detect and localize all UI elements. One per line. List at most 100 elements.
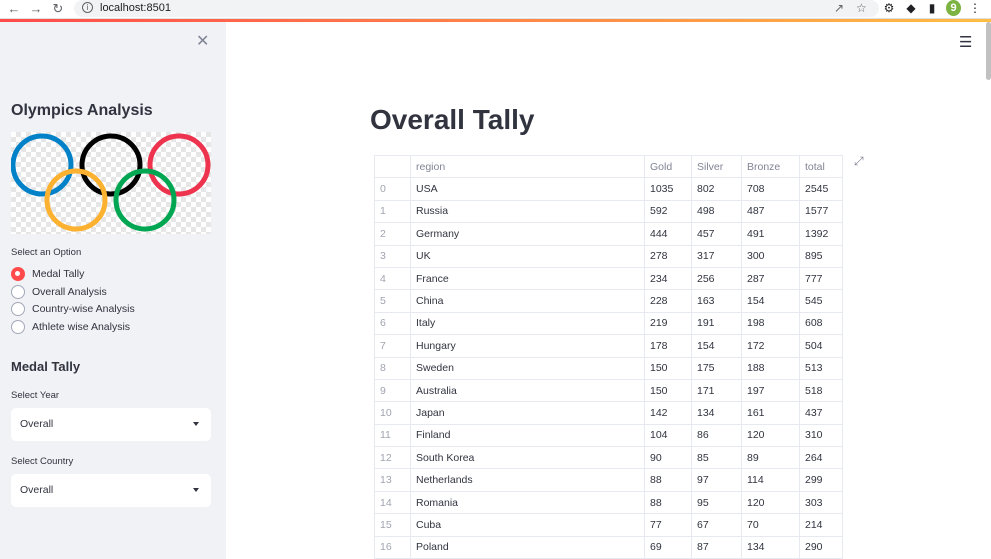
row-index: 2	[374, 222, 411, 246]
table-cell: 154	[741, 289, 800, 313]
caret-down-icon	[193, 422, 199, 426]
address-bar[interactable]: i localhost:8501 ↗ ☆	[74, 0, 879, 17]
side-panel-icon[interactable]: ▮	[925, 1, 939, 15]
table-cell: 161	[741, 401, 800, 425]
profile-badge[interactable]: 9	[946, 0, 961, 16]
table-row: 14 Romania 88 95 120 303	[374, 490, 843, 515]
table-cell: China	[410, 289, 645, 313]
table-cell: 264	[799, 446, 843, 470]
table-row: 16 Poland 69 87 134 290	[374, 535, 843, 559]
column-header[interactable]: Bronze	[741, 154, 800, 179]
column-header[interactable]	[374, 154, 411, 179]
row-index: 0	[374, 177, 411, 201]
table-cell: 150	[644, 378, 692, 403]
radio-icon[interactable]	[11, 302, 25, 316]
table-cell: 437	[799, 401, 843, 425]
close-icon[interactable]: ✕	[196, 31, 209, 50]
table-cell: Sweden	[410, 356, 645, 380]
row-index: 14	[374, 490, 411, 515]
table-cell: 234	[644, 266, 692, 291]
radio-selected-icon[interactable]	[11, 267, 25, 281]
column-header[interactable]: Silver	[691, 154, 742, 179]
bookmark-star-icon[interactable]: ☆	[856, 1, 867, 15]
table-row: 9 Australia 150 171 197 518	[374, 378, 843, 403]
radio-athlete-wise-analysis[interactable]: Athlete wise Analysis	[11, 319, 130, 335]
table-cell: Japan	[410, 401, 645, 425]
radio-overall-analysis[interactable]: Overall Analysis	[11, 284, 107, 300]
table-cell: 154	[691, 334, 742, 358]
table-cell: 777	[799, 266, 843, 291]
table-row: 5 China 228 163 154 545	[374, 289, 843, 313]
row-index: 16	[374, 535, 411, 559]
table-cell: 175	[691, 356, 742, 380]
row-index: 5	[374, 289, 411, 313]
table-cell: 95	[691, 490, 742, 515]
share-icon[interactable]: ↗	[834, 1, 844, 15]
table-cell: 608	[799, 311, 843, 336]
table-cell: 163	[691, 289, 742, 313]
info-icon[interactable]: i	[82, 2, 93, 13]
radio-medal-tally[interactable]: Medal Tally	[11, 266, 84, 282]
table-cell: 134	[691, 401, 742, 425]
table-cell: 120	[741, 490, 800, 515]
table-cell: UK	[410, 244, 645, 268]
hamburger-menu-icon[interactable]: ☰	[959, 33, 972, 51]
table-cell: Poland	[410, 535, 645, 559]
country-label: Select Country	[11, 456, 74, 467]
back-arrow-icon[interactable]: ←	[6, 1, 22, 17]
more-menu-icon[interactable]: ⋮	[968, 1, 982, 15]
table-cell: 303	[799, 490, 843, 515]
table-cell: Cuba	[410, 513, 645, 537]
country-select[interactable]: Overall	[11, 474, 211, 507]
year-select[interactable]: Overall	[11, 408, 211, 441]
table-cell: 278	[644, 244, 692, 268]
table-row: 1 Russia 592 498 487 1577	[374, 199, 843, 224]
table-cell: 67	[691, 513, 742, 537]
extension-icon[interactable]: ⚙	[882, 1, 896, 15]
table-cell: Hungary	[410, 334, 645, 358]
expand-icon[interactable]: ⤢	[854, 154, 864, 169]
table-cell: 317	[691, 244, 742, 268]
table-cell: Russia	[410, 199, 645, 224]
table-row: 0 USA 1035 802 708 2545	[374, 177, 843, 201]
column-header[interactable]: total	[799, 154, 843, 179]
sidebar: ✕ Olympics Analysis Select an Option Med…	[0, 22, 226, 559]
table-cell: 172	[741, 334, 800, 358]
radio-country-wise-analysis[interactable]: Country-wise Analysis	[11, 301, 135, 317]
row-index: 15	[374, 513, 411, 537]
table-cell: 88	[644, 490, 692, 515]
table-cell: USA	[410, 177, 645, 201]
puzzle-extensions-icon[interactable]: ◆	[904, 1, 918, 15]
radio-icon[interactable]	[11, 320, 25, 334]
url-text: localhost:8501	[100, 2, 171, 14]
year-label: Select Year	[11, 390, 60, 401]
country-select-value: Overall	[20, 484, 54, 496]
row-index: 3	[374, 244, 411, 268]
column-header[interactable]: region	[410, 154, 645, 179]
table-cell: France	[410, 266, 645, 291]
row-index: 12	[374, 446, 411, 470]
table-cell: 87	[691, 535, 742, 559]
table-cell: Italy	[410, 311, 645, 336]
table-row: 8 Sweden 150 175 188 513	[374, 356, 843, 380]
table-cell: 219	[644, 311, 692, 336]
column-header[interactable]: Gold	[644, 154, 692, 179]
reload-icon[interactable]: ↻	[50, 1, 66, 17]
table-row: 7 Hungary 178 154 172 504	[374, 334, 843, 358]
table-cell: 134	[741, 535, 800, 559]
medal-table: region Gold Silver Bronze total 0 USA 1035 802 7…	[374, 154, 843, 559]
table-cell: Romania	[410, 490, 645, 515]
forward-arrow-icon[interactable]: →	[28, 1, 44, 17]
table-cell: 504	[799, 334, 843, 358]
table-row: 10 Japan 142 134 161 437	[374, 401, 843, 425]
table-cell: 895	[799, 244, 843, 268]
page-title: Overall Tally	[370, 104, 535, 135]
table-cell: South Korea	[410, 446, 645, 470]
table-cell: 444	[644, 222, 692, 246]
table-cell: 97	[691, 468, 742, 492]
table-cell: 214	[799, 513, 843, 537]
table-cell: 487	[741, 199, 800, 224]
row-index: 4	[374, 266, 411, 291]
scrollbar[interactable]	[986, 22, 991, 80]
radio-icon[interactable]	[11, 285, 25, 299]
